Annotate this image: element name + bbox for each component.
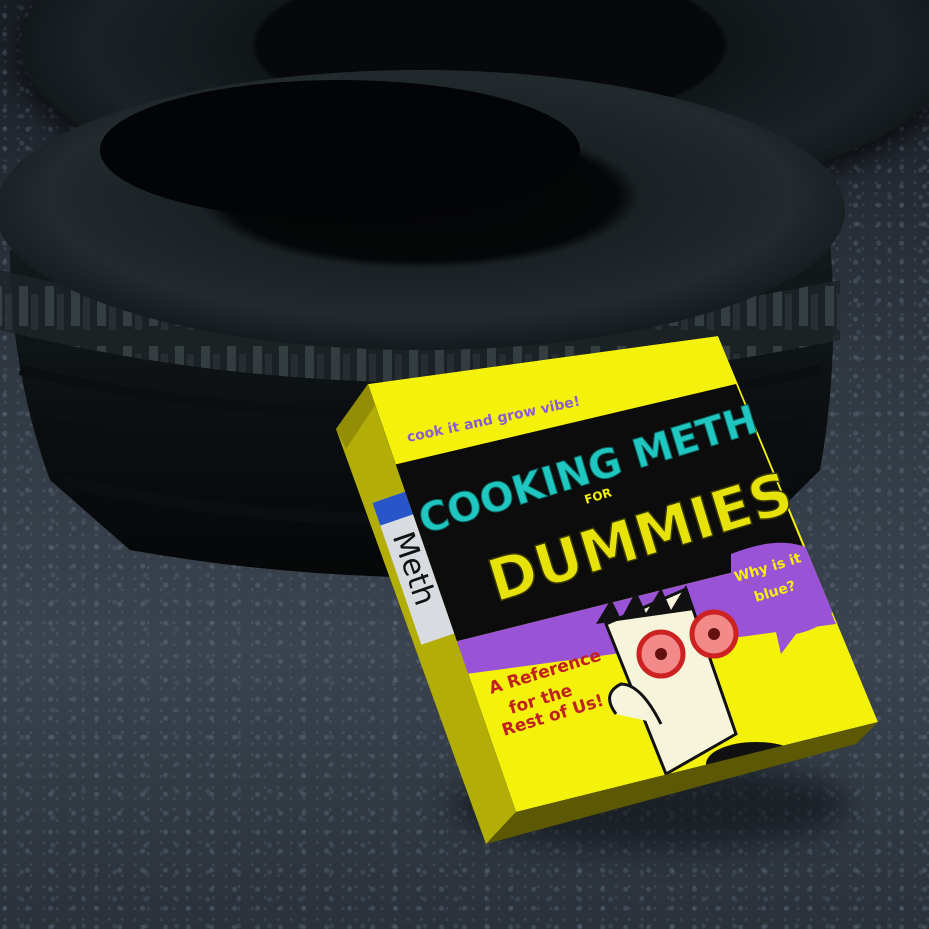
game-scene: Meth cook it and grow vibe! COOKING METH…	[0, 0, 929, 929]
cooking-meth-for-dummies-book[interactable]: Meth cook it and grow vibe! COOKING METH…	[336, 334, 881, 849]
